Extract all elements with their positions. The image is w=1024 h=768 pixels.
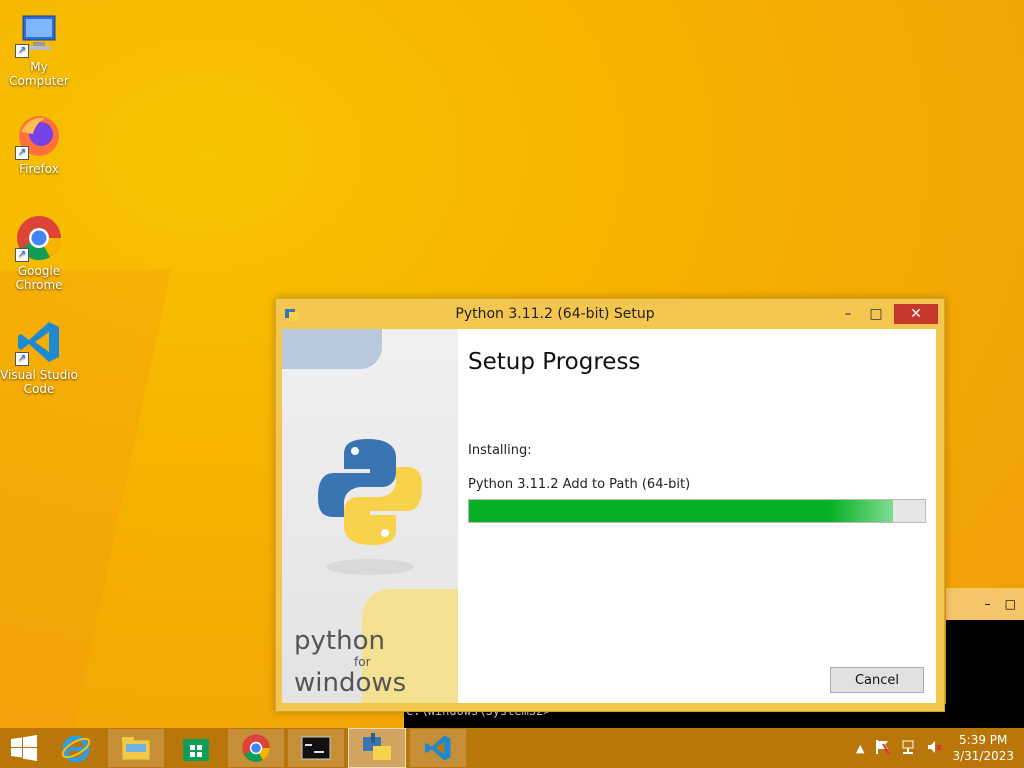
desktop-icon-my-computer[interactable]: ↗ My Computer [0, 10, 78, 88]
dialog-title: Python 3.11.2 (64-bit) Setup [455, 306, 655, 322]
clock-time: 5:39 PM [959, 733, 1008, 747]
taskbar-store[interactable] [168, 729, 224, 767]
desktop-icon-label: My Computer [9, 60, 69, 88]
page-title: Setup Progress [468, 349, 641, 375]
vscode-icon: ↗ [15, 318, 63, 366]
install-progress-bar [468, 499, 926, 523]
shortcut-arrow-icon: ↗ [15, 248, 29, 262]
internet-explorer-icon [61, 735, 91, 763]
shortcut-arrow-icon: ↗ [15, 44, 29, 58]
desktop-icon-label: Firefox [19, 162, 59, 176]
network-icon[interactable] [900, 739, 916, 758]
console-minimize-button[interactable]: – [985, 597, 991, 611]
desktop-icon-firefox[interactable]: ↗ Firefox [0, 112, 78, 176]
taskbar-python-installer[interactable] [348, 728, 406, 768]
taskbar-vscode[interactable] [410, 729, 466, 767]
desktop-icon-label: Google Chrome [15, 264, 63, 292]
file-explorer-icon [121, 737, 151, 761]
start-button[interactable] [0, 728, 48, 768]
command-prompt-icon [301, 736, 331, 760]
desktop-icon-vscode[interactable]: ↗ Visual Studio Code [0, 318, 78, 396]
minimize-button[interactable]: – [834, 304, 862, 324]
brand-line-2: windows [294, 668, 407, 698]
taskbar: ▲ 5:39 PM 3/31/2023 [0, 728, 1024, 768]
taskbar-clock[interactable]: 5:39 PM 3/31/2023 [952, 732, 1014, 764]
desktop-icon-google-chrome[interactable]: ↗ Google Chrome [0, 214, 78, 292]
system-tray: ▲ 5:39 PM 3/31/2023 [856, 732, 1024, 764]
dialog-titlebar[interactable]: Python 3.11.2 (64-bit) Setup – □ ✕ [276, 299, 944, 329]
progress-pane: Setup Progress Installing: Python 3.11.2… [458, 329, 936, 703]
brand-line-1: python [294, 626, 385, 656]
current-item-label: Python 3.11.2 Add to Path (64-bit) [468, 477, 691, 492]
taskbar-chrome[interactable] [228, 729, 284, 767]
taskbar-command-prompt[interactable] [288, 729, 344, 767]
windows-logo-icon [11, 735, 37, 761]
python-banner: python for windows [282, 329, 458, 703]
dialog-client: python for windows Setup Progress Instal… [282, 329, 936, 703]
console-titlebar[interactable]: – □ [946, 588, 1024, 620]
clock-date: 3/31/2023 [952, 749, 1014, 763]
brand-for: for [354, 655, 371, 669]
shortcut-arrow-icon: ↗ [15, 146, 29, 160]
python-installer-icon [363, 733, 391, 760]
store-icon [183, 739, 209, 761]
chrome-icon: ↗ [15, 214, 63, 262]
vscode-icon [424, 735, 451, 761]
action-center-flag-icon[interactable] [874, 739, 891, 758]
console-maximize-button[interactable]: □ [1005, 597, 1016, 611]
firefox-icon: ↗ [15, 112, 63, 160]
python-for-windows-text: python for windows [294, 627, 406, 697]
chrome-icon [242, 734, 270, 762]
close-button[interactable]: ✕ [894, 304, 938, 324]
taskbar-file-explorer[interactable] [108, 729, 164, 767]
python-installer-icon [284, 306, 300, 322]
shortcut-arrow-icon: ↗ [15, 352, 29, 366]
show-hidden-icons-chevron-icon[interactable]: ▲ [856, 742, 864, 755]
volume-muted-icon[interactable] [926, 739, 943, 758]
python-setup-dialog[interactable]: Python 3.11.2 (64-bit) Setup – □ ✕ pytho… [275, 298, 945, 712]
desktop-icon-label: Visual Studio Code [0, 368, 78, 396]
computer-icon: ↗ [15, 10, 63, 58]
maximize-button[interactable]: □ [862, 304, 890, 324]
progress-fill [469, 500, 894, 522]
taskbar-internet-explorer[interactable] [48, 729, 104, 767]
cancel-button[interactable]: Cancel [830, 667, 924, 693]
installing-label: Installing: [468, 443, 532, 458]
